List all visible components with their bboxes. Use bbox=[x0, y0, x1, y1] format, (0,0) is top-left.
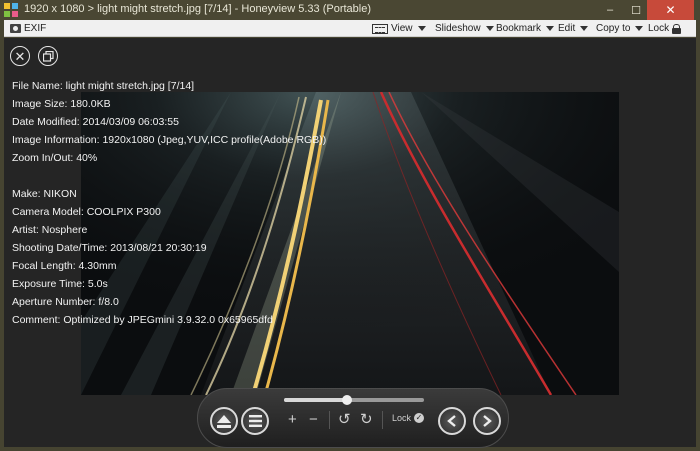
exif-button[interactable]: EXIF bbox=[10, 21, 46, 36]
rotate-left-icon: ↺ bbox=[338, 411, 351, 428]
maximize-icon: ☐ bbox=[631, 4, 641, 17]
info-make: Make: NIKON bbox=[12, 188, 77, 200]
info-aperture: Aperture Number: f/8.0 bbox=[12, 296, 119, 308]
image-viewer[interactable]: ✕ File Name: light might stretch.jpg [7/… bbox=[4, 38, 696, 448]
slideshow-label: Slideshow bbox=[435, 23, 481, 34]
edit-menu[interactable]: Edit bbox=[558, 21, 589, 36]
view-icon bbox=[372, 23, 388, 34]
maximize-button[interactable]: ☐ bbox=[623, 0, 649, 20]
minus-icon: − bbox=[309, 411, 318, 428]
info-comment: Comment: Optimized by JPEGmini 3.9.32.0 … bbox=[12, 314, 273, 326]
info-exposure-time: Exposure Time: 5.0s bbox=[12, 278, 108, 290]
menu-icon bbox=[248, 415, 262, 427]
exif-label: EXIF bbox=[24, 23, 47, 34]
rotate-right-icon: ↻ bbox=[360, 411, 373, 428]
bookmark-menu[interactable]: Bookmark bbox=[496, 21, 555, 36]
check-icon: ✓ bbox=[414, 413, 425, 423]
chevron-down-icon bbox=[580, 26, 589, 31]
edit-label: Edit bbox=[558, 23, 576, 34]
chevron-down-icon bbox=[417, 26, 426, 31]
chevron-left-icon bbox=[447, 415, 456, 427]
close-info-button[interactable]: ✕ bbox=[10, 46, 30, 66]
plus-icon: + bbox=[288, 411, 297, 428]
copy-info-button[interactable] bbox=[38, 46, 58, 66]
info-camera-model: Camera Model: COOLPIX P300 bbox=[12, 206, 161, 218]
position-slider[interactable] bbox=[284, 395, 424, 405]
lock-icon bbox=[672, 23, 682, 34]
chevron-right-icon bbox=[483, 415, 492, 427]
slider-fill bbox=[284, 398, 347, 402]
info-image-information: Image Information: 1920x1080 (Jpeg,YUV,I… bbox=[12, 134, 327, 146]
info-file-name: File Name: light might stretch.jpg [7/14… bbox=[12, 80, 195, 92]
honeyview-window: 1920 x 1080 > light might stretch.jpg [7… bbox=[0, 0, 700, 451]
slider-handle[interactable] bbox=[342, 395, 352, 405]
control-bar: + − ↺ ↻ Lock ✓ bbox=[197, 388, 509, 448]
info-image-size: Image Size: 180.0KB bbox=[12, 98, 111, 110]
lock-control-label: Lock bbox=[392, 413, 412, 423]
copy-to-menu[interactable]: Copy to bbox=[596, 21, 644, 36]
zoom-in-button[interactable]: + bbox=[288, 412, 297, 428]
info-focal-length: Focal Length: 4.30mm bbox=[12, 260, 117, 272]
copy-to-label: Copy to bbox=[596, 23, 631, 34]
previous-image-button[interactable] bbox=[438, 407, 466, 435]
next-image-button[interactable] bbox=[473, 407, 501, 435]
title-bar[interactable]: 1920 x 1080 > light might stretch.jpg [7… bbox=[0, 0, 700, 20]
close-window-button[interactable]: ✕ bbox=[647, 0, 694, 20]
main-menu-button[interactable] bbox=[241, 407, 269, 435]
chevron-down-icon bbox=[635, 26, 644, 31]
honeyview-app-icon bbox=[4, 3, 18, 17]
copy-icon bbox=[42, 50, 54, 62]
close-icon: ✕ bbox=[665, 3, 676, 17]
close-icon: ✕ bbox=[14, 48, 26, 64]
chevron-down-icon bbox=[485, 26, 494, 31]
open-file-button[interactable] bbox=[210, 407, 238, 435]
separator bbox=[329, 411, 330, 429]
minimize-button[interactable]: – bbox=[597, 0, 623, 20]
minimize-icon: – bbox=[606, 4, 614, 16]
zoom-out-button[interactable]: − bbox=[309, 412, 318, 428]
info-shooting-datetime: Shooting Date/Time: 2013/08/21 20:30:19 bbox=[12, 242, 207, 254]
view-label: View bbox=[391, 23, 413, 34]
exif-info-panel: File Name: light might stretch.jpg [7/14… bbox=[12, 77, 326, 329]
toolbar: EXIF View Slideshow Bookmark Edit Copy t… bbox=[4, 20, 696, 37]
lock-toolbar-button[interactable]: Lock bbox=[648, 21, 682, 36]
rotate-right-button[interactable]: ↻ bbox=[360, 412, 373, 428]
eject-icon bbox=[217, 414, 231, 428]
slideshow-menu[interactable]: Slideshow bbox=[435, 21, 494, 36]
rotate-left-button[interactable]: ↺ bbox=[338, 412, 351, 428]
chevron-down-icon bbox=[546, 26, 555, 31]
lock-control[interactable]: Lock ✓ bbox=[392, 413, 425, 423]
camera-icon bbox=[10, 24, 21, 33]
info-zoom: Zoom In/Out: 40% bbox=[12, 152, 98, 164]
view-menu[interactable]: View bbox=[372, 21, 426, 36]
info-date-modified: Date Modified: 2014/03/09 06:03:55 bbox=[12, 116, 179, 128]
lock-label: Lock bbox=[648, 23, 670, 34]
info-artist: Artist: Nosphere bbox=[12, 224, 88, 236]
bookmark-label: Bookmark bbox=[496, 23, 542, 34]
separator bbox=[382, 411, 383, 429]
window-title: 1920 x 1080 > light might stretch.jpg [7… bbox=[24, 3, 371, 15]
